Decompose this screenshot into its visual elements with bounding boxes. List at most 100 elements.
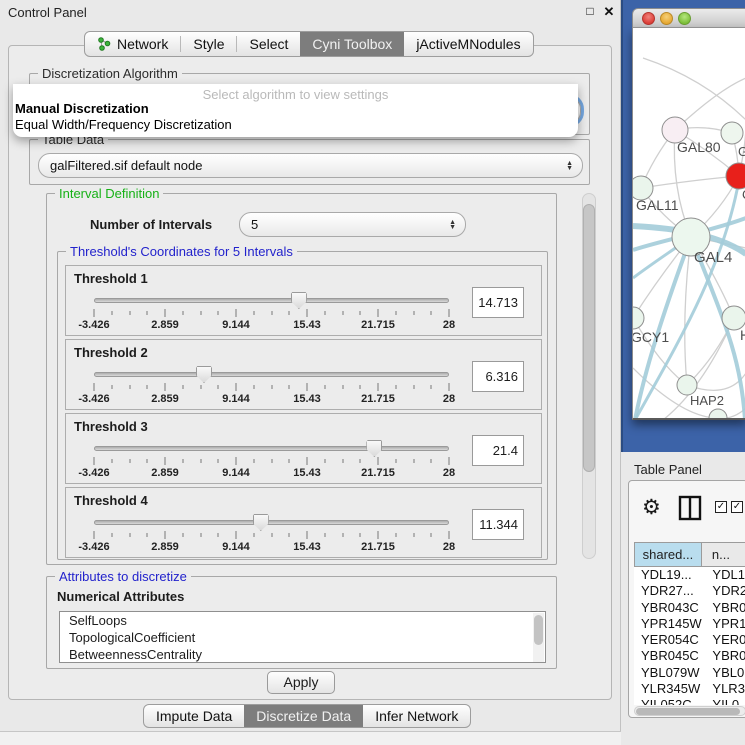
cell-shared-name[interactable]: YBR045C xyxy=(634,648,706,664)
threshold-slider[interactable]: -3.4262.8599.14415.4321.71528 xyxy=(86,438,457,482)
table-row[interactable]: YPR145WYPR1... xyxy=(634,616,745,632)
table-panel: Table Panel ⚙ ✓ ✓ shared... n... YDL19..… xyxy=(623,452,745,745)
table-row[interactable]: YIL052CYIL0... xyxy=(634,697,745,705)
threshold-value-field[interactable]: 21.4 xyxy=(472,435,524,466)
table-row[interactable]: YDR27...YDR2... xyxy=(634,583,745,599)
attributes-group: Attributes to discretize Numerical Attri… xyxy=(46,576,557,669)
threshold-label: Threshold 2 xyxy=(74,345,148,360)
cell-name[interactable]: YDR2... xyxy=(706,583,745,599)
slider-track[interactable] xyxy=(94,372,449,377)
tab-discretize-data[interactable]: Discretize Data xyxy=(244,705,363,727)
slider-handle[interactable] xyxy=(253,514,269,531)
network-node-label: H xyxy=(740,327,745,343)
cell-shared-name[interactable]: YDR27... xyxy=(634,583,706,599)
threshold-value-field[interactable]: 6.316 xyxy=(472,361,524,392)
tab-network[interactable]: Network xyxy=(85,32,180,56)
table-data-combobox[interactable]: galFiltered.sif default node ▲▼ xyxy=(38,153,583,178)
attributes-scrollbar-thumb[interactable] xyxy=(534,615,543,645)
tab-impute-data[interactable]: Impute Data xyxy=(144,705,244,727)
attributes-list-scrollbar[interactable] xyxy=(533,613,544,663)
cell-name[interactable]: YIL0... xyxy=(706,697,745,705)
table-row[interactable]: YLR345WYLR3... xyxy=(634,681,745,697)
cell-name[interactable]: YER0... xyxy=(706,632,745,648)
cell-name[interactable]: YBR0... xyxy=(706,648,745,664)
attr-items-container: SelfLoopsTopologicalCoefficientBetweenne… xyxy=(60,612,545,663)
control-panel-scrollbar-thumb[interactable] xyxy=(583,204,595,472)
table-horizontal-scrollbar[interactable] xyxy=(634,706,745,716)
close-traffic-light-icon[interactable] xyxy=(642,12,655,25)
table-row[interactable]: YER054CYER0... xyxy=(634,632,745,648)
tab-style[interactable]: Style xyxy=(181,32,236,56)
column-header-name[interactable]: n... xyxy=(702,542,745,567)
apply-button[interactable]: Apply xyxy=(267,671,335,694)
cell-name[interactable]: YBL0... xyxy=(706,665,745,681)
network-node-ga[interactable] xyxy=(721,122,743,144)
table-row[interactable]: YBR043CYBR0... xyxy=(634,600,745,616)
network-node-label: GAL11 xyxy=(636,197,679,213)
cell-shared-name[interactable]: YBL079W xyxy=(634,665,706,681)
tab-infer-network[interactable]: Infer Network xyxy=(363,705,470,727)
numerical-attributes-list[interactable]: SelfLoopsTopologicalCoefficientBetweenne… xyxy=(59,611,546,663)
threshold-value-field[interactable]: 14.713 xyxy=(472,287,524,318)
zoom-traffic-light-icon[interactable] xyxy=(678,12,691,25)
table-row[interactable]: YBL079WYBL0... xyxy=(634,665,745,681)
network-edge[interactable] xyxy=(643,58,745,120)
threshold-value-field[interactable]: 11.344 xyxy=(472,509,524,540)
network-canvas[interactable]: GAL80GACGAL11GAL4GCY1HHAP2 xyxy=(632,28,745,420)
threshold-slider[interactable]: -3.4262.8599.14415.4321.71528 xyxy=(86,364,457,408)
table-row[interactable]: YBR045CYBR0... xyxy=(634,648,745,664)
cell-shared-name[interactable]: YER054C xyxy=(634,632,706,648)
number-of-intervals-combobox[interactable]: 5 ▲▼ xyxy=(239,212,466,237)
checkbox-icon[interactable]: ✓ xyxy=(715,501,727,513)
network-window-titlebar[interactable] xyxy=(632,8,745,28)
slider-handle[interactable] xyxy=(366,440,382,457)
slider-ticks xyxy=(94,531,449,539)
cell-name[interactable]: YBR0... xyxy=(706,600,745,616)
table-hscrollbar-thumb[interactable] xyxy=(636,708,740,715)
slider-track[interactable] xyxy=(94,298,449,303)
columns-icon[interactable] xyxy=(678,495,702,521)
popup-option-manual-discretization[interactable]: Manual Discretization xyxy=(15,101,149,116)
slider-handle[interactable] xyxy=(291,292,307,309)
cell-shared-name[interactable]: YLR345W xyxy=(634,681,706,697)
popup-option-equal-width-frequency[interactable]: Equal Width/Frequency Discretization xyxy=(15,117,232,132)
network-node-hap2[interactable] xyxy=(677,375,697,395)
cell-shared-name[interactable]: YDL19... xyxy=(634,567,706,583)
threshold-slider[interactable]: -3.4262.8599.14415.4321.71528 xyxy=(86,290,457,334)
network-node[interactable] xyxy=(709,409,727,420)
slider-track[interactable] xyxy=(94,446,449,451)
slider-handle[interactable] xyxy=(196,366,212,383)
threshold-panel: Threshold 3 -3.4262.8599.14415.4321.7152… xyxy=(65,413,542,484)
float-window-icon[interactable]: □ xyxy=(583,4,597,20)
tab-cyni-toolbox[interactable]: Cyni Toolbox xyxy=(300,32,404,56)
minimize-traffic-light-icon[interactable] xyxy=(660,12,673,25)
attribute-list-item[interactable]: SelfLoops xyxy=(60,612,545,629)
close-panel-icon[interactable]: ✕ xyxy=(602,4,616,20)
tab-jactivemnodules[interactable]: jActiveMNodules xyxy=(404,32,532,56)
cell-shared-name[interactable]: YPR145W xyxy=(634,616,706,632)
network-edge[interactable] xyxy=(685,237,691,385)
attribute-list-item[interactable]: TopologicalCoefficient xyxy=(60,629,545,646)
slider-scale-labels: -3.4262.8599.14415.4321.71528 xyxy=(94,541,449,553)
control-panel-title: Control Panel xyxy=(8,5,87,20)
table-row[interactable]: YDL19...YDL1... xyxy=(634,567,745,583)
cell-shared-name[interactable]: YIL052C xyxy=(634,697,706,705)
network-node-gcy1[interactable] xyxy=(633,307,644,329)
column-header-shared-name[interactable]: shared... xyxy=(634,542,702,567)
network-node-label: GAL80 xyxy=(677,139,721,155)
statusbar-strip xyxy=(0,731,621,745)
cell-name[interactable]: YLR3... xyxy=(706,681,745,697)
slider-ticks xyxy=(94,309,449,317)
checkbox-icon[interactable]: ✓ xyxy=(731,501,743,513)
gear-icon[interactable]: ⚙ xyxy=(642,495,661,520)
cell-name[interactable]: YPR1... xyxy=(706,616,745,632)
attribute-list-item[interactable]: BetweennessCentrality xyxy=(60,646,545,663)
table-panel-title: Table Panel xyxy=(634,462,702,477)
slider-track[interactable] xyxy=(94,520,449,525)
cell-name[interactable]: YDL1... xyxy=(706,567,745,583)
cell-shared-name[interactable]: YBR043C xyxy=(634,600,706,616)
threshold-label: Threshold 4 xyxy=(74,493,148,508)
threshold-slider[interactable]: -3.4262.8599.14415.4321.71528 xyxy=(86,512,457,556)
tab-select[interactable]: Select xyxy=(237,32,300,56)
network-edge[interactable] xyxy=(641,176,739,188)
